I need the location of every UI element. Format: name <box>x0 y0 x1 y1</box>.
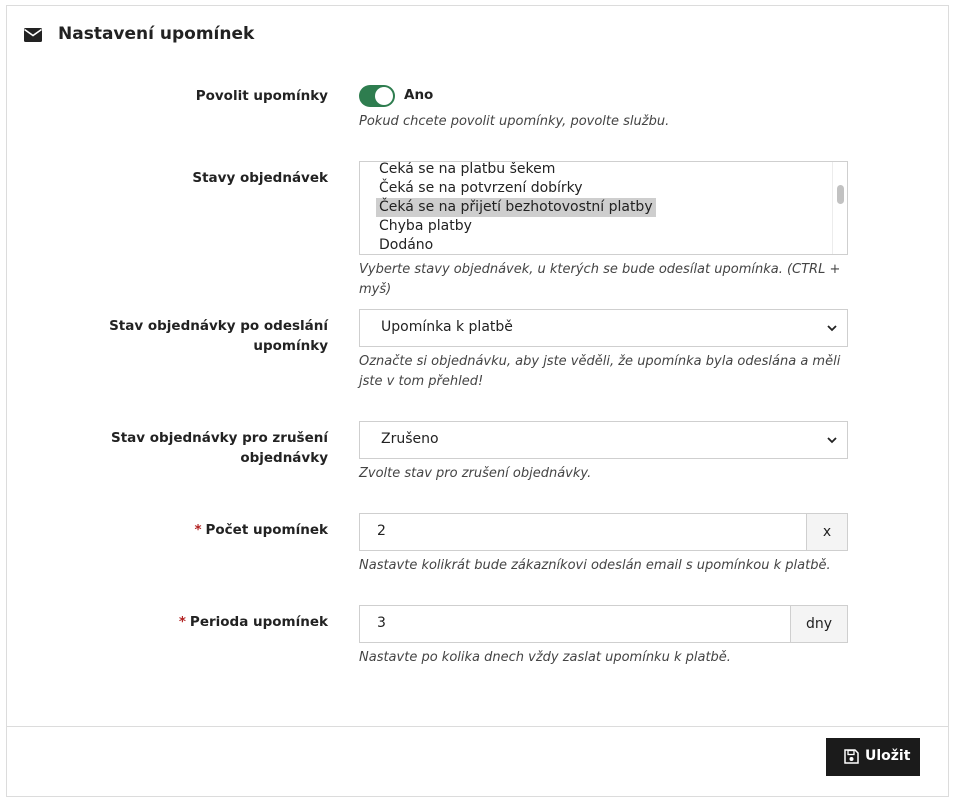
order-state-option[interactable]: Dodáno <box>376 236 436 254</box>
reminder-period-label: * Perioda upomínek <box>98 612 328 632</box>
state-cancel-select[interactable]: Zrušeno <box>359 421 848 459</box>
reminder-period-label-text: Perioda upomínek <box>189 614 328 630</box>
save-button-label: Uložit <box>865 748 911 764</box>
panel-title: Nastavení upomínek <box>58 24 255 44</box>
order-state-option[interactable]: Čeká se na potvrzení dobírky <box>376 179 586 198</box>
panel-footer <box>7 726 948 798</box>
chevron-down-icon <box>827 325 837 332</box>
reminder-period-help: Nastavte po kolika dnech vždy zaslat upo… <box>359 650 731 665</box>
reminder-count-label-text: Počet upomínek <box>205 522 328 538</box>
chevron-down-icon <box>827 437 837 444</box>
panel-header: Nastavení upomínek <box>7 6 948 64</box>
envelope-icon <box>24 28 42 42</box>
order-states-label: Stavy objednávek <box>192 170 328 186</box>
reminder-count-help: Nastavte kolikrát bude zákazníkovi odesl… <box>359 558 831 573</box>
toggle-knob <box>375 87 393 105</box>
order-state-option[interactable]: Čeká se na platbu šekem <box>376 162 558 179</box>
state-after-send-label: Stav objednávky po odeslání upomínky <box>109 318 328 354</box>
reminder-period-input[interactable]: 3 <box>359 605 791 643</box>
reminder-count-group: 2 x <box>359 513 848 551</box>
state-cancel-help: Zvolte stav pro zrušení objednávky. <box>359 466 592 481</box>
reminder-count-input[interactable]: 2 <box>359 513 807 551</box>
order-state-option[interactable]: Chyba platby <box>376 217 475 236</box>
reminder-count-addon: x <box>807 513 848 551</box>
floppy-disk-icon <box>844 749 859 764</box>
state-after-send-select[interactable]: Upomínka k platbě <box>359 309 848 347</box>
state-cancel-label: Stav objednávky pro zrušení objednávky <box>110 430 328 466</box>
toggle-state-label: Ano <box>404 87 434 103</box>
required-mark: * <box>178 614 186 630</box>
listbox-scrollbar[interactable] <box>832 162 847 254</box>
required-mark: * <box>194 522 202 538</box>
order-states-help: Vyberte stavy objednávek, u kterých se b… <box>359 262 841 297</box>
reminder-settings-panel: Nastavení upomínek Povolit upomínky Ano … <box>6 5 949 797</box>
state-cancel-value: Zrušeno <box>381 431 439 447</box>
reminder-period-group: 3 dny <box>359 605 848 643</box>
save-button[interactable]: Uložit <box>826 738 920 776</box>
reminder-count-label: * Počet upomínek <box>98 520 328 540</box>
enable-reminders-label: Povolit upomínky <box>195 88 328 104</box>
enable-reminders-toggle[interactable] <box>359 85 395 107</box>
state-after-send-help: Označte si objednávku, aby jste věděli, … <box>359 354 841 389</box>
order-states-listbox[interactable]: Čeká se na platbu šekem Čeká se na potvr… <box>359 161 848 255</box>
enable-reminders-help: Pokud chcete povolit upomínky, povolte s… <box>359 114 670 129</box>
listbox-scrollbar-thumb[interactable] <box>837 185 844 204</box>
state-after-send-value: Upomínka k platbě <box>381 319 513 335</box>
reminder-period-addon: dny <box>791 605 848 643</box>
order-state-option-selected[interactable]: Čeká se na přijetí bezhotovostní platby <box>376 198 656 217</box>
